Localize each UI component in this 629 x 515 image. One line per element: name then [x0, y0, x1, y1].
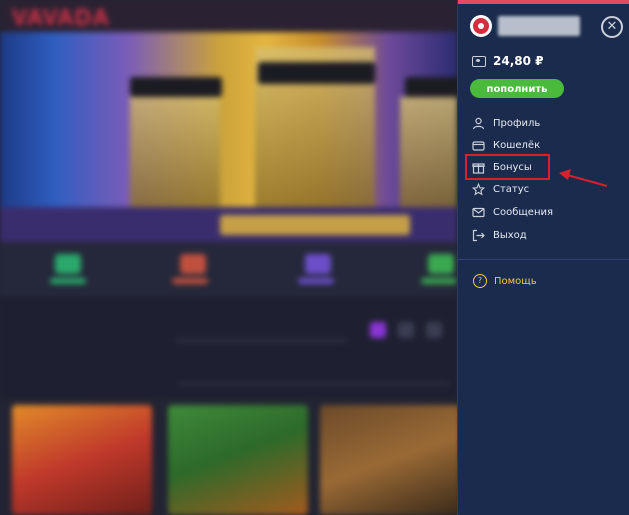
category-icon [428, 254, 454, 274]
category-icon [55, 254, 81, 274]
banner-tower-left [130, 87, 220, 207]
background-blurred-content: VAVADA [0, 0, 457, 515]
deposit-button[interactable]: пополнить [470, 79, 564, 98]
site-header: VAVADA [0, 0, 457, 32]
user-menu-panel: ✕ 24,80 ₽ пополнить Профиль Кошелёк Бону… [457, 0, 629, 515]
menu-item-status[interactable]: Статус [472, 180, 529, 198]
banner-tower-right [400, 97, 457, 207]
banner-strip [0, 207, 457, 242]
mail-icon [472, 207, 485, 217]
view-toggle [398, 322, 414, 338]
balance-row: 24,80 ₽ [472, 54, 543, 68]
star-icon [472, 182, 485, 196]
menu-item-wallet[interactable]: Кошелёк [472, 136, 540, 154]
close-icon[interactable]: ✕ [601, 16, 623, 38]
menu-item-label: Кошелёк [493, 139, 541, 151]
banner-progress [220, 215, 410, 235]
game-tile [320, 405, 457, 515]
site-logo: VAVADA [12, 4, 110, 30]
cash-icon [472, 55, 486, 67]
help-link[interactable]: ? Помощь [473, 274, 537, 288]
panel-top-accent [458, 0, 629, 4]
view-toggle [370, 322, 386, 338]
game-tile [168, 405, 308, 515]
background-site: VAVADA [0, 0, 457, 515]
annotation-highlight-box [465, 154, 550, 180]
menu-item-label: Сообщения [493, 206, 554, 218]
avatar[interactable] [470, 15, 492, 37]
menu-item-logout[interactable]: Выход [472, 226, 527, 244]
menu-item-messages[interactable]: Сообщения [472, 203, 553, 221]
category-label [421, 278, 457, 284]
menu-item-label: Выход [493, 229, 527, 241]
user-icon [472, 117, 485, 129]
view-toggle [426, 322, 442, 338]
username-blurred [498, 16, 580, 36]
wallet-icon [472, 140, 485, 151]
category-icon [180, 254, 206, 274]
category-label [298, 278, 334, 284]
category-label [172, 278, 208, 284]
banner-counter-right [405, 77, 457, 97]
logout-icon [472, 229, 485, 241]
panel-divider [458, 259, 629, 260]
category-icon [305, 254, 331, 274]
menu-item-label: Статус [493, 183, 530, 195]
help-label: Помощь [494, 275, 537, 287]
banner-counter-center [258, 62, 375, 84]
menu-item-profile[interactable]: Профиль [472, 114, 540, 132]
category-bar [0, 242, 457, 297]
promo-banner [0, 32, 457, 207]
category-label [50, 278, 86, 284]
banner-counter-left [130, 77, 222, 97]
game-tile [12, 405, 152, 515]
question-icon: ? [473, 274, 487, 288]
provider-select [175, 322, 347, 341]
game-search [178, 365, 450, 384]
menu-item-label: Профиль [493, 117, 541, 129]
balance-amount: 24,80 ₽ [493, 54, 544, 68]
